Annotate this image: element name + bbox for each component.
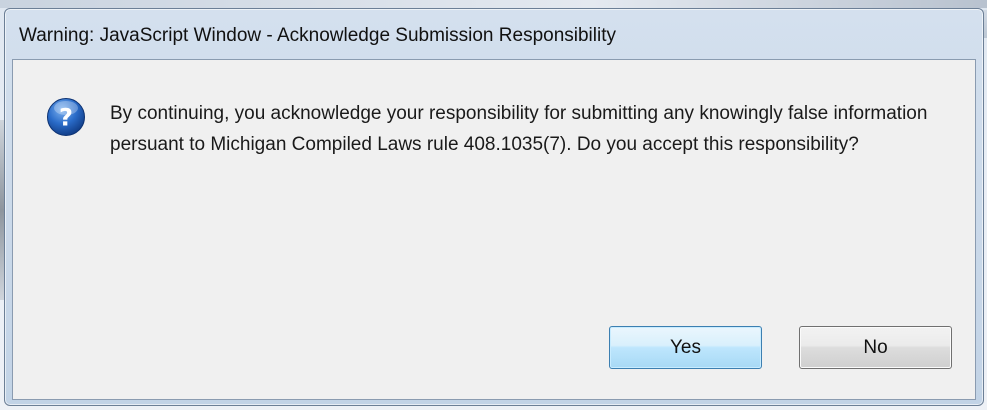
question-icon: ? xyxy=(47,98,85,136)
confirm-dialog: Warning: JavaScript Window - Acknowledge… xyxy=(4,8,984,406)
dialog-message: By continuing, you acknowledge your resp… xyxy=(110,103,928,155)
dialog-title: Warning: JavaScript Window - Acknowledge… xyxy=(19,25,616,46)
dialog-titlebar[interactable]: Warning: JavaScript Window - Acknowledge… xyxy=(5,9,983,59)
screen: Warning: JavaScript Window - Acknowledge… xyxy=(0,0,987,410)
no-button[interactable]: No xyxy=(799,326,952,369)
dialog-body: ? By continuing, you acknowledge your re… xyxy=(12,59,976,400)
background-app-chrome xyxy=(0,0,987,8)
svg-text:?: ? xyxy=(59,104,73,132)
yes-button[interactable]: Yes xyxy=(609,326,762,369)
